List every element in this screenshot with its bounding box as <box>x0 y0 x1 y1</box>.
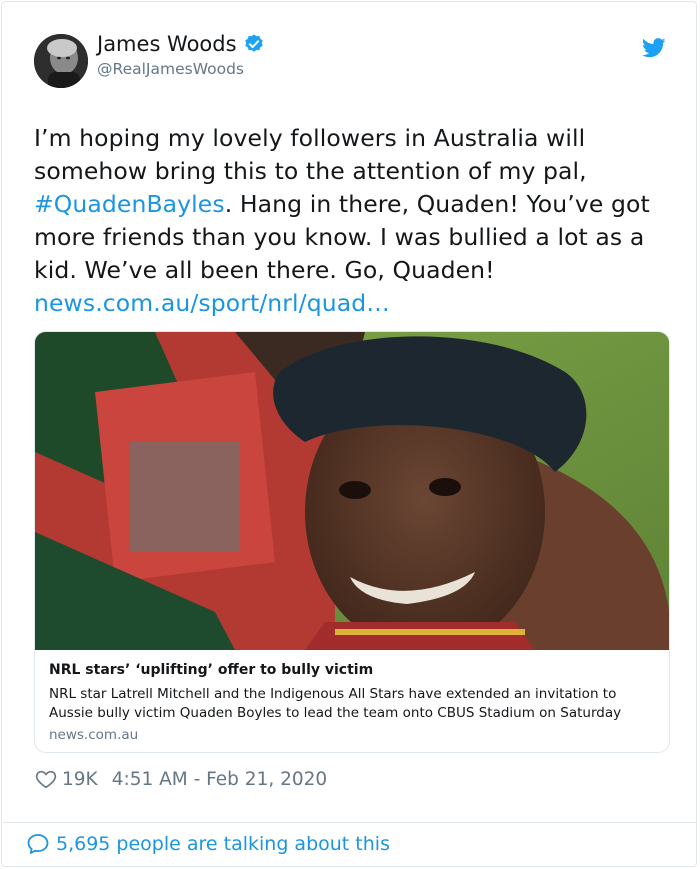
tweet-meta: 19K 4:51 AM - Feb 21, 2020 <box>35 768 327 790</box>
timestamp[interactable]: 4:51 AM - Feb 21, 2020 <box>112 769 328 790</box>
talking-count[interactable]: 5,695 people are talking about this <box>56 833 390 855</box>
divider <box>2 822 696 823</box>
tweet-text: I’m hoping my lovely followers in Austra… <box>34 122 670 320</box>
verified-badge-icon <box>244 34 263 52</box>
like-count[interactable]: 19K <box>62 769 98 790</box>
tweet-card: James Woods @RealJamesWoods I’m hoping m… <box>1 1 697 867</box>
speech-bubble-icon <box>27 834 49 854</box>
twitter-bird-icon[interactable] <box>642 38 666 58</box>
card-domain[interactable]: news.com.au <box>49 727 138 743</box>
author-name[interactable]: James Woods <box>97 32 237 56</box>
article-link[interactable]: news.com.au/sport/nrl/quad… <box>34 289 390 317</box>
card-photo <box>35 332 669 650</box>
heart-icon[interactable] <box>35 768 57 790</box>
author-name-row[interactable]: James Woods <box>97 32 265 56</box>
hashtag-link[interactable]: #QuadenBayles <box>34 190 225 218</box>
card-image[interactable] <box>35 332 669 650</box>
card-description: NRL star Latrell Mitchell and the Indige… <box>49 686 622 721</box>
link-preview-card[interactable]: NRL stars’ ‘uplifting’ offer to bully vi… <box>34 331 670 753</box>
avatar[interactable] <box>34 34 88 88</box>
avatar-photo <box>34 34 88 88</box>
conversation-link[interactable]: 5,695 people are talking about this <box>26 832 390 856</box>
card-title[interactable]: NRL stars’ ‘uplifting’ offer to bully vi… <box>49 662 373 678</box>
author-handle[interactable]: @RealJamesWoods <box>97 60 244 78</box>
tweet-text-part1: I’m hoping my lovely followers in Austra… <box>34 124 587 185</box>
